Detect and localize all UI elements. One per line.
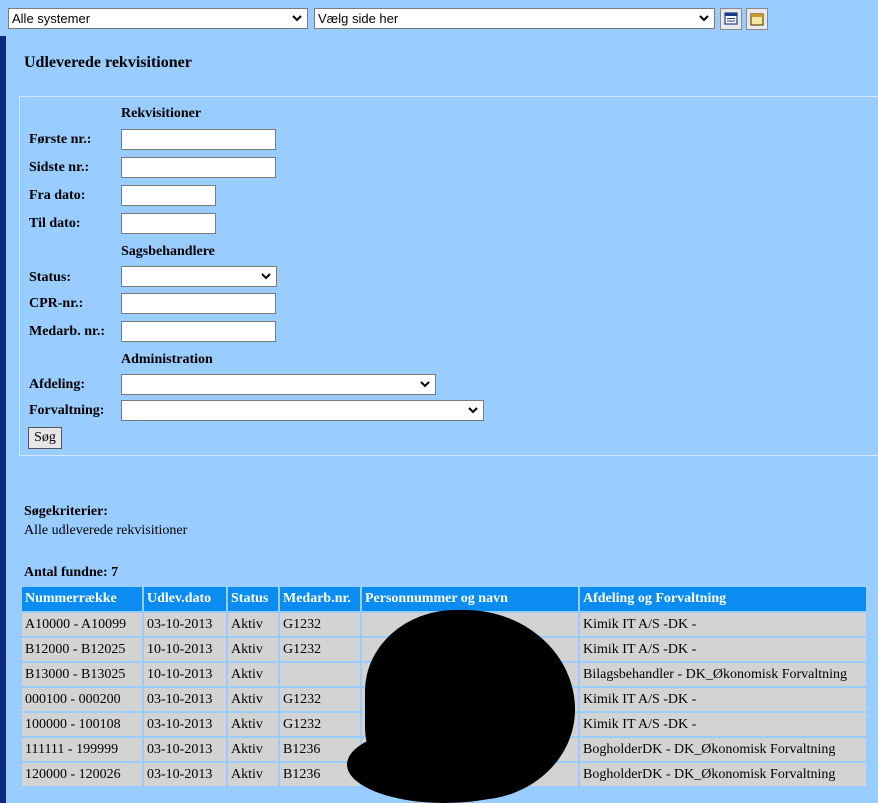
cell-date: 03-10-2013 bbox=[144, 738, 226, 761]
cell-status: Aktiv bbox=[228, 688, 278, 711]
afdeling-select[interactable] bbox=[121, 374, 436, 395]
system-select[interactable]: Alle systemer bbox=[8, 8, 308, 29]
cell-medarb: G1232 bbox=[280, 713, 360, 736]
search-form: Rekvisitioner Første nr.: Sidste nr.: Fr… bbox=[19, 96, 878, 456]
cell-status: Aktiv bbox=[228, 738, 278, 761]
section-sagsbehandlere: Sagsbehandlere bbox=[121, 244, 215, 259]
forvaltning-select[interactable] bbox=[121, 400, 484, 421]
medarb-label: Medarb. nr.: bbox=[29, 324, 106, 339]
section-rekvisitioner: Rekvisitioner bbox=[121, 106, 202, 121]
from-date-input[interactable] bbox=[121, 185, 216, 206]
search-button[interactable]: Søg bbox=[28, 427, 62, 449]
window-button[interactable] bbox=[746, 8, 768, 30]
first-nr-input[interactable] bbox=[121, 129, 276, 150]
cell-number-range: 120000 - 120026 bbox=[22, 763, 142, 786]
main-content: Udleverede rekvisitioner Rekvisitioner F… bbox=[7, 36, 878, 803]
cpr-label: CPR-nr.: bbox=[29, 296, 84, 311]
cell-department: Kimik IT A/S -DK - bbox=[580, 638, 866, 661]
column-header: Medarb.nr. bbox=[280, 587, 360, 611]
page-title: Udleverede rekvisitioner bbox=[24, 54, 192, 71]
last-nr-label: Sidste nr.: bbox=[29, 160, 90, 175]
cell-status: Aktiv bbox=[228, 763, 278, 786]
cell-number-range: 100000 - 100108 bbox=[22, 713, 142, 736]
cpr-input[interactable] bbox=[121, 293, 276, 314]
last-nr-input[interactable] bbox=[121, 157, 276, 178]
cell-number-range: 111111 - 199999 bbox=[22, 738, 142, 761]
to-date-input[interactable] bbox=[121, 213, 216, 234]
cell-status: Aktiv bbox=[228, 613, 278, 636]
list-view-button[interactable] bbox=[720, 8, 742, 30]
system-select-value: Alle systemer bbox=[12, 11, 91, 26]
cell-department: Kimik IT A/S -DK - bbox=[580, 688, 866, 711]
first-nr-label: Første nr.: bbox=[29, 132, 92, 147]
cell-number-range: B13000 - B13025 bbox=[22, 663, 142, 686]
table-header-row: Nummerrække Udlev.dato Status Medarb.nr.… bbox=[22, 587, 866, 611]
left-frame-border bbox=[0, 36, 6, 803]
column-header: Afdeling og Forvaltning bbox=[580, 587, 866, 611]
column-header: Status bbox=[228, 587, 278, 611]
cell-date: 03-10-2013 bbox=[144, 688, 226, 711]
medarb-input[interactable] bbox=[121, 321, 276, 342]
chevron-down-icon bbox=[699, 15, 709, 22]
column-header: Udlev.dato bbox=[144, 587, 226, 611]
cell-date: 03-10-2013 bbox=[144, 763, 226, 786]
cell-department: BogholderDK - DK_Økonomisk Forvaltning bbox=[580, 763, 866, 786]
page-select[interactable]: Vælg side her bbox=[314, 8, 715, 29]
status-label: Status: bbox=[29, 270, 72, 285]
cell-number-range: A10000 - A10099 bbox=[22, 613, 142, 636]
column-header: Personnummer og navn bbox=[362, 587, 578, 611]
status-select[interactable] bbox=[121, 266, 277, 287]
cell-status: Aktiv bbox=[228, 638, 278, 661]
cell-medarb: G1232 bbox=[280, 688, 360, 711]
list-view-icon bbox=[724, 12, 738, 25]
redaction-mark bbox=[347, 726, 542, 803]
top-toolbar: Alle systemer Vælg side her bbox=[0, 0, 878, 36]
cell-number-range: B12000 - B12025 bbox=[22, 638, 142, 661]
criteria-label: Søgekriterier: bbox=[24, 504, 108, 519]
chevron-down-icon bbox=[468, 407, 478, 414]
cell-department: BogholderDK - DK_Økonomisk Forvaltning bbox=[580, 738, 866, 761]
cell-date: 03-10-2013 bbox=[144, 713, 226, 736]
chevron-down-icon bbox=[420, 381, 430, 388]
cell-medarb: G1232 bbox=[280, 638, 360, 661]
cell-medarb bbox=[280, 663, 360, 686]
page-select-value: Vælg side her bbox=[318, 11, 399, 26]
cell-status: Aktiv bbox=[228, 713, 278, 736]
forvaltning-label: Forvaltning: bbox=[29, 403, 105, 418]
cell-department: Kimik IT A/S -DK - bbox=[580, 713, 866, 736]
section-administration: Administration bbox=[121, 352, 213, 367]
criteria-value: Alle udleverede rekvisitioner bbox=[24, 523, 188, 538]
from-date-label: Fra dato: bbox=[29, 188, 86, 203]
cell-medarb: G1232 bbox=[280, 613, 360, 636]
column-header: Nummerrække bbox=[22, 587, 142, 611]
cell-number-range: 000100 - 000200 bbox=[22, 688, 142, 711]
afdeling-label: Afdeling: bbox=[29, 377, 85, 392]
cell-department: Kimik IT A/S -DK - bbox=[580, 613, 866, 636]
to-date-label: Til dato: bbox=[29, 216, 81, 231]
result-count: Antal fundne: 7 bbox=[24, 565, 119, 580]
cell-status: Aktiv bbox=[228, 663, 278, 686]
cell-date: 10-10-2013 bbox=[144, 638, 226, 661]
chevron-down-icon bbox=[292, 15, 302, 22]
chevron-down-icon bbox=[261, 273, 271, 280]
cell-date: 10-10-2013 bbox=[144, 663, 226, 686]
window-icon bbox=[750, 13, 764, 26]
cell-date: 03-10-2013 bbox=[144, 613, 226, 636]
cell-department: Bilagsbehandler - DK_Økonomisk Forvaltni… bbox=[580, 663, 866, 686]
